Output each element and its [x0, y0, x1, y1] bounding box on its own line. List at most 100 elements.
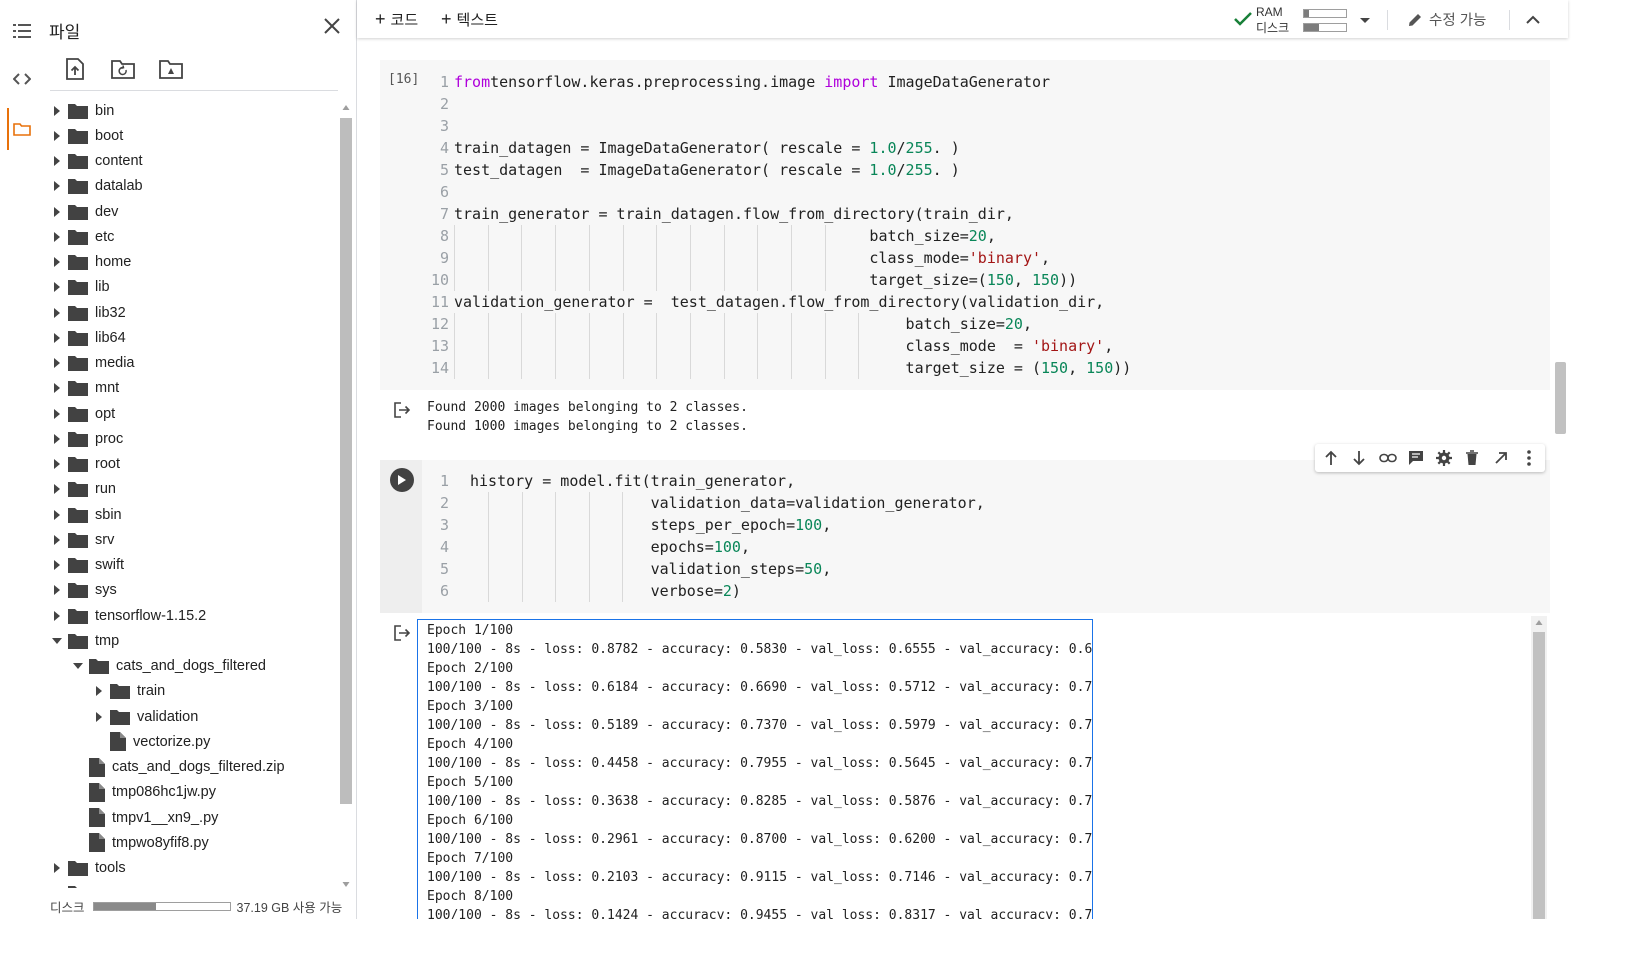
tree-folder[interactable]: sbin	[50, 502, 122, 527]
tree-file[interactable]: tmpv1__xn9_.py	[71, 805, 218, 830]
code-line[interactable]: test_datagen = ImageDataGenerator( resca…	[454, 159, 960, 181]
move-down-icon[interactable]	[1349, 448, 1369, 468]
tree-folder[interactable]: dev	[50, 199, 118, 224]
resource-monitor[interactable]: RAM 디스크	[1232, 4, 1352, 35]
caret-right-icon[interactable]	[50, 861, 64, 875]
code-line[interactable]: verbose=2)	[470, 580, 741, 602]
caret-right-icon[interactable]	[50, 482, 64, 496]
code-line[interactable]: validation_generator = test_datagen.flow…	[454, 291, 1104, 313]
add-code-button[interactable]: + 코드	[375, 9, 418, 30]
code-line[interactable]: class_mode='binary',	[454, 247, 1050, 269]
tree-folder[interactable]: home	[50, 250, 131, 275]
tree-folder[interactable]: lib64	[50, 325, 126, 350]
files-icon[interactable]	[7, 114, 37, 144]
code-line[interactable]: steps_per_epoch=100,	[470, 514, 832, 536]
caret-right-icon[interactable]	[50, 432, 64, 446]
caret-right-icon[interactable]	[50, 129, 64, 143]
tree-folder[interactable]: tensorflow-1.15.2	[50, 603, 206, 628]
code-line[interactable]: validation_data=validation_generator,	[470, 492, 985, 514]
tree-folder[interactable]: mnt	[50, 376, 119, 401]
tree-file[interactable]: tmpwo8yfif8.py	[71, 830, 209, 855]
caret-right-icon[interactable]	[50, 533, 64, 547]
move-up-icon[interactable]	[1321, 448, 1341, 468]
output-scroll-thumb[interactable]	[1533, 632, 1545, 919]
tree-folder[interactable]: validation	[92, 704, 198, 729]
tree-folder[interactable]: opt	[50, 401, 115, 426]
code-line[interactable]: target_size=(150, 150))	[454, 269, 1077, 291]
tree-folder[interactable]: usr	[50, 881, 115, 888]
tree-file[interactable]: cats_and_dogs_filtered.zip	[71, 755, 285, 780]
cell2-output-frame[interactable]: Epoch 1/100 100/100 - 8s - loss: 0.8782 …	[417, 619, 1093, 919]
chevron-down-icon[interactable]	[1359, 12, 1371, 30]
tree-folder[interactable]: content	[50, 149, 143, 174]
caret-down-icon[interactable]	[71, 659, 85, 673]
tree-folder[interactable]: swift	[50, 553, 124, 578]
code-line[interactable]: train_datagen = ImageDataGenerator( resc…	[454, 137, 960, 159]
caret-down-icon[interactable]	[50, 634, 64, 648]
tree-folder[interactable]: lib	[50, 275, 110, 300]
tree-file[interactable]: vectorize.py	[92, 729, 210, 754]
tree-folder[interactable]: cats_and_dogs_filtered	[71, 654, 266, 679]
delete-icon[interactable]	[1462, 448, 1482, 468]
caret-right-icon[interactable]	[50, 205, 64, 219]
link-icon[interactable]	[1378, 448, 1398, 468]
tree-folder[interactable]: tmp	[50, 628, 119, 653]
tree-folder[interactable]: run	[50, 477, 116, 502]
caret-right-icon[interactable]	[50, 558, 64, 572]
settings-icon[interactable]	[1434, 448, 1454, 468]
upload-file-icon[interactable]	[62, 56, 88, 82]
open-in-new-icon[interactable]	[1491, 448, 1511, 468]
collapse-chevron-icon[interactable]	[1526, 12, 1540, 30]
caret-right-icon[interactable]	[50, 356, 64, 370]
mount-drive-icon[interactable]	[158, 56, 184, 82]
caret-right-icon[interactable]	[50, 457, 64, 471]
code-line[interactable]: batch_size=20,	[454, 313, 1032, 335]
caret-right-icon[interactable]	[50, 508, 64, 522]
tree-folder[interactable]: media	[50, 351, 135, 376]
caret-right-icon[interactable]	[50, 179, 64, 193]
caret-right-icon[interactable]	[50, 407, 64, 421]
tree-folder[interactable]: datalab	[50, 174, 143, 199]
caret-right-icon[interactable]	[50, 154, 64, 168]
caret-right-icon[interactable]	[50, 280, 64, 294]
more-vert-icon[interactable]	[1519, 448, 1539, 468]
caret-right-icon[interactable]	[92, 684, 106, 698]
tree-folder[interactable]: boot	[50, 123, 123, 148]
caret-right-icon[interactable]	[50, 381, 64, 395]
caret-right-icon[interactable]	[50, 331, 64, 345]
code-line[interactable]: history = model.fit(train_generator,	[470, 470, 795, 492]
comment-icon[interactable]	[1406, 448, 1426, 468]
code-line[interactable]: fromtensorflow.keras.preprocessing.image…	[454, 71, 1050, 93]
tree-folder[interactable]: lib32	[50, 300, 126, 325]
caret-right-icon[interactable]	[50, 609, 64, 623]
code-line[interactable]: class_mode = 'binary',	[454, 335, 1114, 357]
folder-icon	[68, 305, 88, 321]
tree-folder[interactable]: tools	[50, 856, 126, 881]
tree-folder[interactable]: train	[92, 679, 165, 704]
code-line[interactable]: train_generator = train_datagen.flow_fro…	[454, 203, 1014, 225]
code-line[interactable]: epochs=100,	[470, 536, 750, 558]
tree-folder[interactable]: bin	[50, 98, 114, 123]
close-icon[interactable]	[320, 14, 344, 38]
edit-mode-button[interactable]: 수정 가능	[1407, 9, 1486, 30]
tree-file[interactable]: tmp086hc1jw.py	[71, 780, 216, 805]
caret-right-icon[interactable]	[50, 104, 64, 118]
caret-right-icon[interactable]	[92, 710, 106, 724]
caret-right-icon[interactable]	[50, 230, 64, 244]
tree-folder[interactable]: sys	[50, 578, 117, 603]
tree-folder[interactable]: root	[50, 452, 120, 477]
tree-folder[interactable]: srv	[50, 527, 114, 552]
notebook-scroll-thumb[interactable]	[1555, 362, 1566, 434]
refresh-folder-icon[interactable]	[110, 56, 136, 82]
caret-right-icon[interactable]	[50, 583, 64, 597]
tree-scroll-thumb[interactable]	[340, 118, 352, 804]
caret-right-icon[interactable]	[50, 306, 64, 320]
tree-folder[interactable]: etc	[50, 224, 114, 249]
caret-right-icon[interactable]	[50, 255, 64, 269]
tree-folder[interactable]: proc	[50, 426, 123, 451]
code-snippets-icon[interactable]	[7, 64, 37, 94]
caret-right-icon[interactable]	[50, 886, 64, 888]
menu-icon[interactable]	[7, 16, 37, 46]
add-text-button[interactable]: + 텍스트	[441, 9, 498, 30]
code-line[interactable]: validation_steps=50,	[470, 558, 832, 580]
